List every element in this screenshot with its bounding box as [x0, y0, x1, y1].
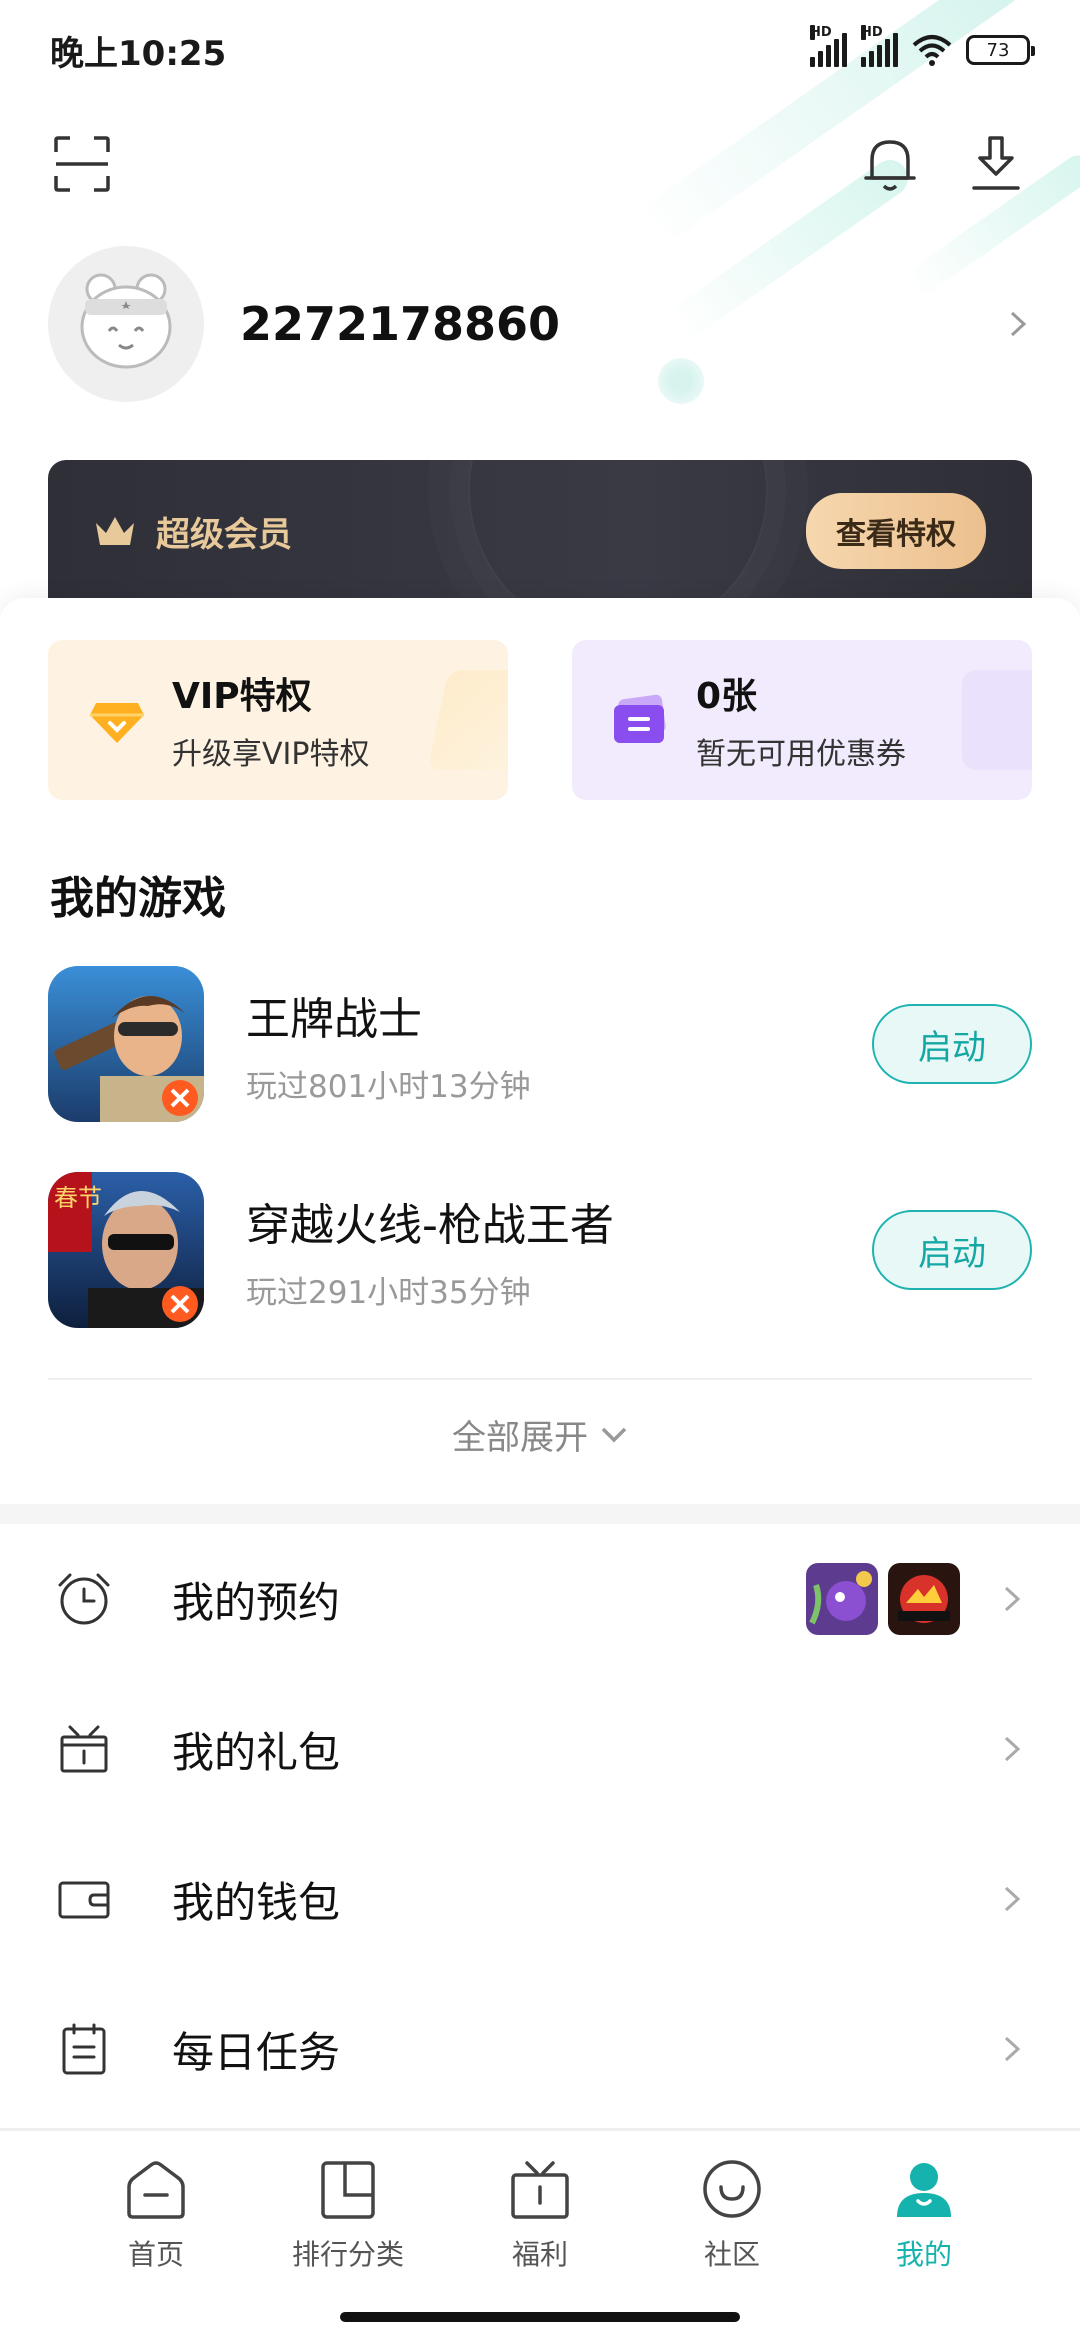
- top-toolbar: [0, 130, 1080, 210]
- view-privileges-button[interactable]: 查看特权: [806, 493, 986, 569]
- game-item[interactable]: 春节 穿越火线-枪战王者 玩过291小时35分钟 启动: [48, 1172, 1032, 1328]
- game-name: 王牌战士: [246, 993, 422, 1045]
- vip-privilege-subtitle: 升级享VIP特权: [172, 737, 370, 772]
- tab-label: 福利: [511, 2238, 568, 2271]
- reserved-game-thumbnail: [888, 1563, 960, 1635]
- wifi-icon: [912, 35, 952, 66]
- ranking-icon: [321, 2161, 375, 2219]
- crown-icon: [96, 517, 134, 545]
- coupon-subtitle: 暂无可用优惠券: [696, 737, 906, 772]
- menu-label: 每日任务: [172, 2027, 341, 2077]
- my-games-title: 我的游戏: [50, 873, 226, 924]
- expand-all-label: 全部展开: [452, 1418, 588, 1458]
- wallet-icon: [58, 1881, 110, 1919]
- tab-label: 我的: [895, 2238, 952, 2271]
- community-icon: [703, 2160, 761, 2218]
- vip-privilege-card[interactable]: VIP特权 升级享VIP特权: [48, 640, 508, 800]
- hd-label: HD: [810, 25, 832, 40]
- chevron-right-icon[interactable]: [1002, 309, 1032, 339]
- home-icon: [127, 2161, 185, 2219]
- menu-item-daily-tasks[interactable]: 每日任务: [0, 1974, 1080, 2124]
- game-playtime: 玩过801小时13分钟: [246, 1068, 531, 1105]
- bell-icon[interactable]: [862, 134, 918, 194]
- launch-button[interactable]: 启动: [872, 1004, 1032, 1084]
- tab-welfare[interactable]: 福利: [440, 2157, 640, 2297]
- chevron-right-icon: [1004, 2036, 1021, 2062]
- status-icons: HD HD 73: [810, 25, 1035, 67]
- battery-indicator: 73: [966, 35, 1035, 65]
- festival-badge: 春节: [54, 1184, 102, 1212]
- coupon-count: 0张: [696, 676, 758, 717]
- coupon-card[interactable]: 0张 暂无可用优惠券: [572, 640, 1032, 800]
- game-item[interactable]: 王牌战士 玩过801小时13分钟 启动: [48, 966, 1032, 1122]
- launch-button[interactable]: 启动: [872, 1210, 1032, 1290]
- chevron-right-icon: [1004, 1586, 1021, 1612]
- tab-label: 社区: [703, 2238, 760, 2271]
- tab-home[interactable]: 首页: [56, 2157, 256, 2297]
- section-separator: [0, 1504, 1080, 1524]
- tab-label: 排行分类: [291, 2238, 404, 2271]
- scan-icon[interactable]: [54, 136, 110, 192]
- profile-icon: [897, 2163, 951, 2217]
- reserved-games-thumbnails: [806, 1563, 960, 1635]
- vip-privilege-title: VIP特权: [172, 676, 312, 717]
- game-icon-crossfire[interactable]: 春节: [48, 1172, 204, 1328]
- tab-community[interactable]: 社区: [632, 2157, 832, 2297]
- decor-shape: [962, 670, 1032, 770]
- signal-icon: HD: [810, 25, 847, 67]
- divider: [48, 1378, 1032, 1380]
- game-name: 穿越火线-枪战王者: [246, 1199, 614, 1251]
- game-playtime: 玩过291小时35分钟: [246, 1274, 531, 1311]
- menu-label: 我的预约: [172, 1577, 341, 1627]
- chevron-right-icon: [1004, 1736, 1021, 1762]
- tab-ranking[interactable]: 排行分类: [248, 2157, 448, 2297]
- avatar-mascot-icon: [80, 273, 172, 369]
- avatar[interactable]: [48, 246, 204, 402]
- menu-item-gift-packs[interactable]: 我的礼包: [0, 1674, 1080, 1824]
- status-time: 晚上10:25: [50, 33, 227, 74]
- signal-icon: HD: [861, 25, 898, 67]
- tab-mine[interactable]: 我的: [824, 2157, 1024, 2297]
- reserved-game-thumbnail: [806, 1563, 878, 1635]
- super-vip-banner[interactable]: 超级会员 查看特权: [48, 460, 1032, 602]
- gift-icon: [511, 2161, 569, 2219]
- calendar-task-icon: [62, 2023, 106, 2075]
- expand-all-button[interactable]: 全部展开: [0, 1410, 1080, 1459]
- menu-item-wallet[interactable]: 我的钱包: [0, 1824, 1080, 1974]
- coupon-ticket-icon: [614, 694, 666, 743]
- game-icon-ace-fighter[interactable]: [48, 966, 204, 1122]
- battery-level: 73: [986, 39, 1010, 61]
- home-indicator[interactable]: [340, 2312, 740, 2322]
- download-icon[interactable]: [968, 134, 1024, 194]
- user-id[interactable]: 2272178860: [240, 297, 1002, 351]
- bottom-tab-bar: 首页 排行分类 福利 社区 我的: [0, 2128, 1080, 2340]
- decor-rings: [468, 460, 768, 602]
- menu-label: 我的钱包: [172, 1877, 341, 1927]
- menu-label: 我的礼包: [172, 1727, 341, 1777]
- menu-item-reservations[interactable]: 我的预约: [0, 1524, 1080, 1674]
- profile-header[interactable]: 2272178860: [48, 246, 1032, 402]
- vip-diamond-icon: [90, 703, 144, 743]
- gift-box-icon: [60, 1725, 108, 1773]
- chevron-down-icon: [601, 1427, 627, 1442]
- hd-label: HD: [861, 25, 883, 40]
- status-bar: 晚上10:25 HD HD 73: [0, 0, 1080, 100]
- decor-shape: [427, 670, 508, 770]
- chevron-right-icon: [1004, 1886, 1021, 1912]
- tab-label: 首页: [127, 2238, 184, 2271]
- alarm-clock-icon: [58, 1573, 110, 1625]
